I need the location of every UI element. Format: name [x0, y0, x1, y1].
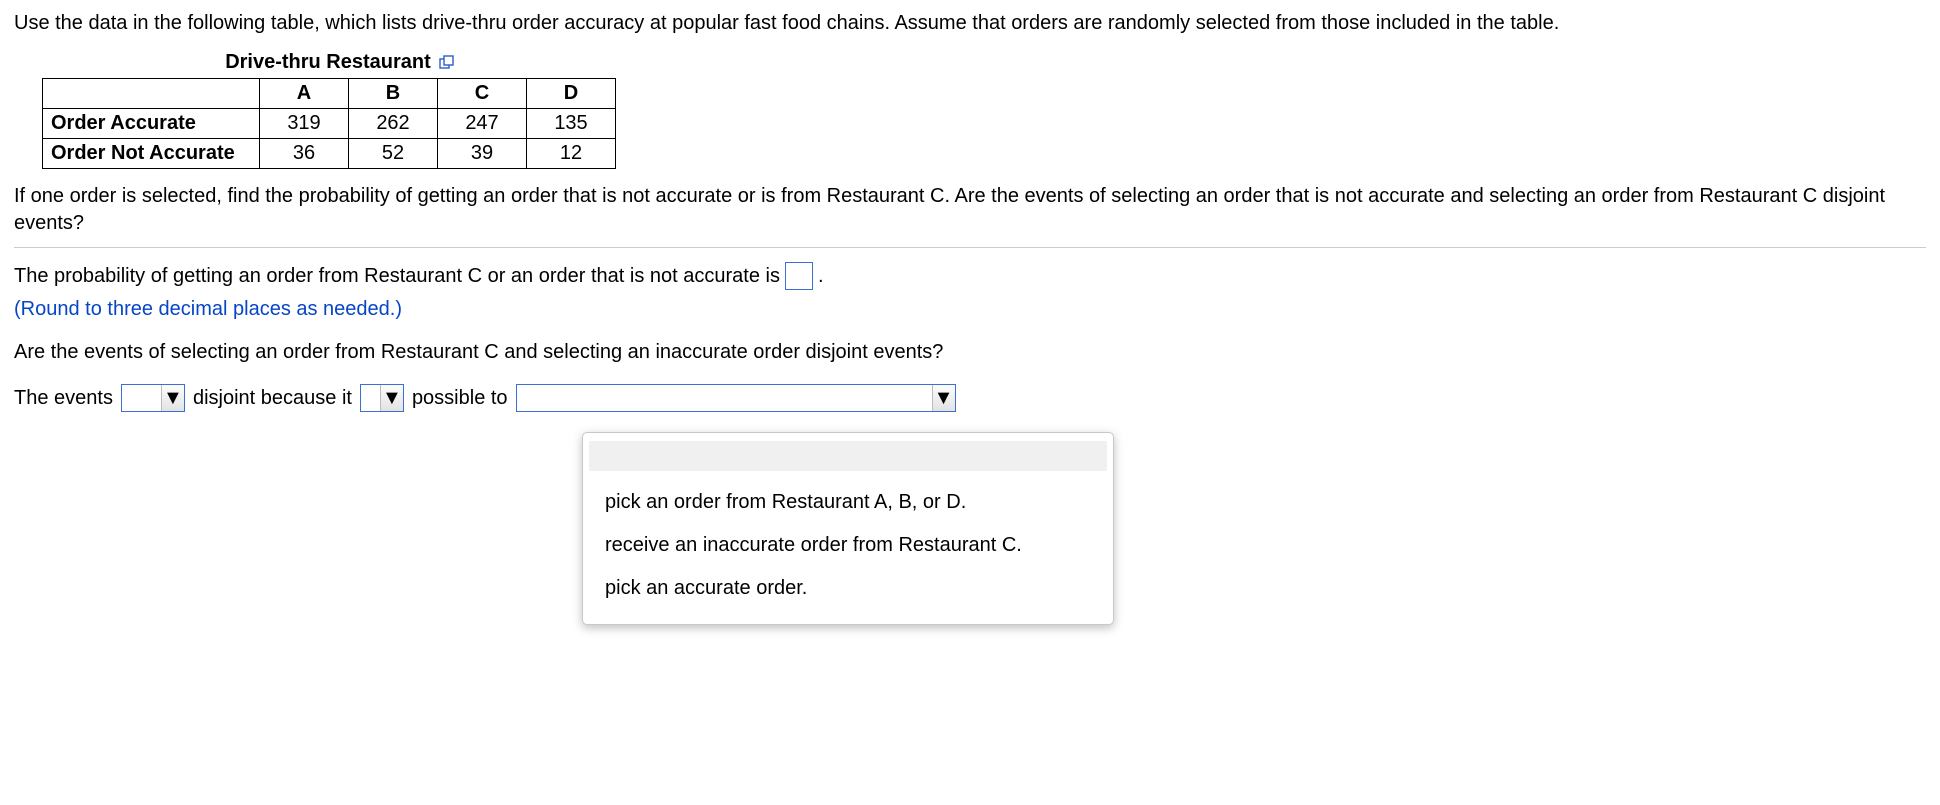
data-table-wrap: Drive-thru Restaurant A B C D Order Accu…: [42, 49, 1926, 169]
col-d: D: [527, 79, 616, 109]
answer-line-1: The probability of getting an order from…: [14, 262, 1926, 290]
col-b: B: [349, 79, 438, 109]
dropdown-option[interactable]: receive an inaccurate order from Restaur…: [583, 524, 1113, 567]
cell: 262: [349, 109, 438, 139]
sentence-part-1: The events: [14, 385, 113, 412]
cell: 135: [527, 109, 616, 139]
answer-trail: .: [818, 263, 824, 290]
dropdown-reason[interactable]: ▼: [516, 384, 956, 412]
problem-intro: Use the data in the following table, whi…: [14, 10, 1926, 37]
dropdown-option[interactable]: pick an accurate order.: [583, 567, 1113, 610]
row-label: Order Accurate: [43, 109, 260, 139]
col-a: A: [260, 79, 349, 109]
sentence-part-3: possible to: [412, 385, 508, 412]
chevron-down-icon: ▼: [380, 385, 403, 411]
dropdown-option-blank[interactable]: [589, 441, 1107, 471]
divider: [14, 247, 1926, 248]
sentence-part-2: disjoint because it: [193, 385, 352, 412]
table-corner: [43, 79, 260, 109]
dropdown-reason-panel: pick an order from Restaurant A, B, or D…: [582, 432, 1114, 625]
table-row: Order Not Accurate 36 52 39 12: [43, 139, 616, 169]
cell: 52: [349, 139, 438, 169]
chevron-down-icon: ▼: [932, 385, 955, 411]
cell: 39: [438, 139, 527, 169]
cell: 12: [527, 139, 616, 169]
rounding-hint: (Round to three decimal places as needed…: [14, 296, 1926, 323]
row-label: Order Not Accurate: [43, 139, 260, 169]
dropdown-is-isnot[interactable]: ▼: [360, 384, 404, 412]
table-row: Order Accurate 319 262 247 135: [43, 109, 616, 139]
cell: 36: [260, 139, 349, 169]
question-2: Are the events of selecting an order fro…: [14, 339, 1926, 366]
data-table: A B C D Order Accurate 319 262 247 135 O…: [42, 78, 616, 169]
popout-icon[interactable]: [439, 55, 455, 71]
table-title-row: Drive-thru Restaurant: [60, 49, 620, 76]
cell: 247: [438, 109, 527, 139]
cell: 319: [260, 109, 349, 139]
table-header-row: A B C D: [43, 79, 616, 109]
dropdown-are-arenot[interactable]: ▼: [121, 384, 185, 412]
chevron-down-icon: ▼: [161, 385, 184, 411]
dropdown-option[interactable]: pick an order from Restaurant A, B, or D…: [583, 481, 1113, 524]
fill-sentence: The events ▼ disjoint because it ▼ possi…: [14, 384, 1926, 412]
col-c: C: [438, 79, 527, 109]
answer-lead: The probability of getting an order from…: [14, 263, 780, 290]
probability-input[interactable]: [785, 262, 813, 290]
question-text: If one order is selected, find the proba…: [14, 183, 1926, 237]
table-title: Drive-thru Restaurant: [225, 49, 431, 76]
